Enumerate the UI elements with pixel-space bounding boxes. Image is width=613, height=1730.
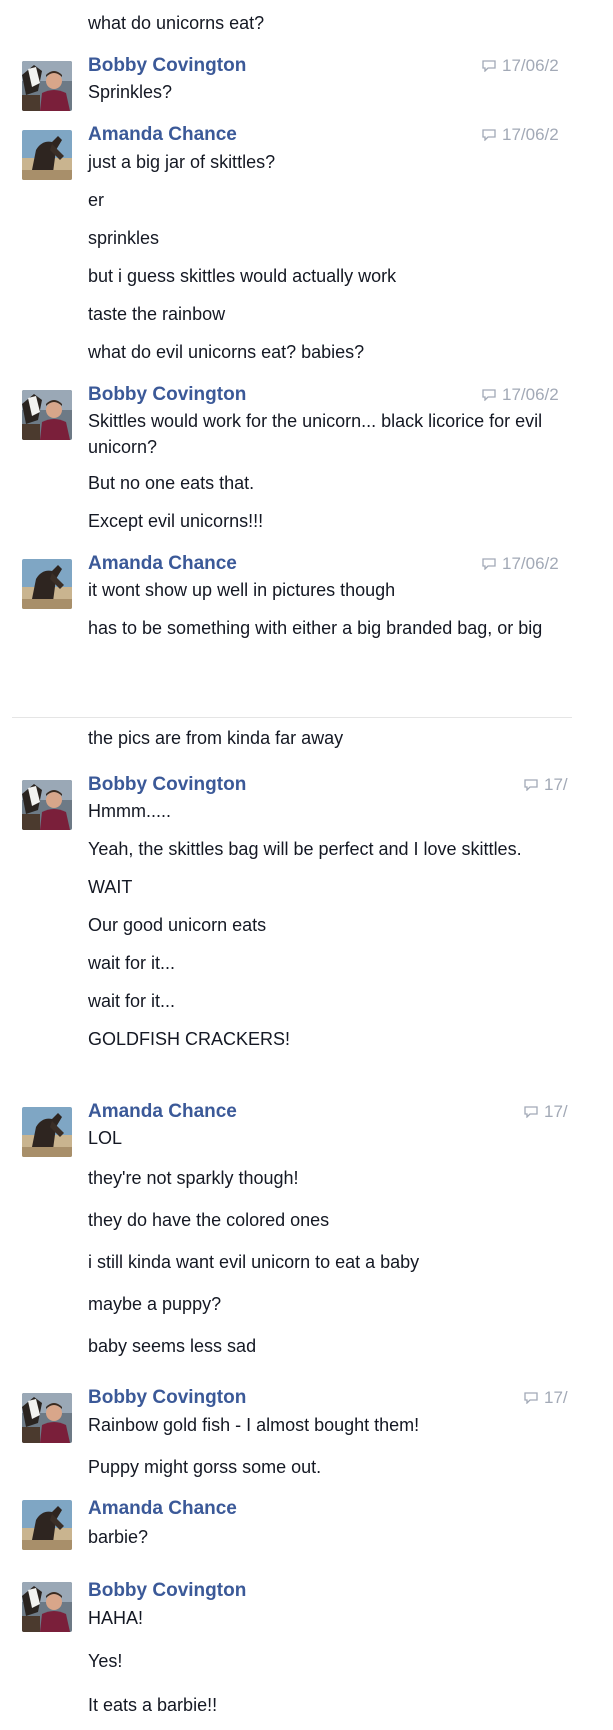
timestamp-text: 17/06/2 [502, 385, 559, 404]
message-text: Sprinkles? [88, 82, 173, 102]
timestamp-text: 17/ [544, 1388, 568, 1407]
sender-name[interactable]: Bobby Covington [88, 1580, 246, 1602]
timestamp: 17/06/2 [482, 124, 559, 146]
chat-bubble-icon [482, 389, 496, 401]
avatar-amanda-chance[interactable] [22, 1107, 72, 1157]
message-text: they're not sparkly though! [88, 1168, 299, 1188]
avatar-bobby-covington[interactable] [22, 1582, 72, 1632]
timestamp-text: 17/ [544, 775, 568, 794]
sender-name[interactable]: Amanda Chance [88, 1101, 237, 1123]
message-text: But no one eats that. [88, 473, 255, 493]
timestamp-text: 17/ [544, 1102, 568, 1121]
chat-bubble-icon [482, 60, 496, 72]
sender-name[interactable]: Amanda Chance [88, 1498, 237, 1520]
message-text: er [88, 190, 105, 210]
avatar-amanda-chance[interactable] [22, 559, 72, 609]
person-with-horse-avatar-icon [22, 780, 72, 830]
person-with-horse-avatar-icon [22, 1393, 72, 1443]
message-text: It eats a barbie!! [88, 1695, 218, 1715]
person-with-horse-avatar-icon [22, 390, 72, 440]
message-text: sprinkles [88, 228, 160, 248]
message-text: just a big jar of skittles? [88, 152, 276, 172]
divider [12, 717, 572, 718]
timestamp-text: 17/06/2 [502, 56, 559, 75]
timestamp: 17/ [524, 1387, 568, 1409]
avatar-amanda-chance[interactable] [22, 1500, 72, 1550]
timestamp: 17/06/2 [482, 553, 559, 575]
chat-bubble-icon [524, 1106, 538, 1118]
horse-on-beach-avatar-icon [22, 1500, 72, 1550]
person-with-horse-avatar-icon [22, 1582, 72, 1632]
horse-on-beach-avatar-icon [22, 130, 72, 180]
message-text: Hmmm..... [88, 801, 171, 821]
sender-name[interactable]: Amanda Chance [88, 124, 237, 146]
message-text: has to be something with either a big br… [88, 618, 543, 638]
message-text: GOLDFISH CRACKERS! [88, 1029, 291, 1049]
message-text: what do unicorns eat? [88, 13, 265, 33]
sender-name[interactable]: Bobby Covington [88, 1387, 246, 1409]
timestamp: 17/06/2 [482, 55, 559, 77]
avatar-amanda-chance[interactable] [22, 130, 72, 180]
message-text: Yes! [88, 1651, 123, 1671]
message-thread: what do unicorns eat? Bobby Covington 17… [0, 0, 613, 1730]
message-text: Our good unicorn eats [88, 915, 267, 935]
message-text: Puppy might gorss some out. [88, 1457, 322, 1477]
sender-name[interactable]: Bobby Covington [88, 384, 246, 406]
sender-name[interactable]: Amanda Chance [88, 553, 237, 575]
timestamp-text: 17/06/2 [502, 125, 559, 144]
message-text: taste the rainbow [88, 304, 226, 324]
message-text: Skittles would work for the unicorn... b… [88, 411, 543, 457]
person-with-horse-avatar-icon [22, 61, 72, 111]
message-text: wait for it... [88, 991, 176, 1011]
timestamp: 17/ [524, 1101, 568, 1123]
message-text: WAIT [88, 877, 133, 897]
message-text: maybe a puppy? [88, 1294, 222, 1314]
message-text: wait for it... [88, 953, 176, 973]
timestamp: 17/06/2 [482, 384, 559, 406]
sender-name[interactable]: Bobby Covington [88, 55, 246, 77]
message-text: but i guess skittles would actually work [88, 266, 397, 286]
chat-bubble-icon [482, 558, 496, 570]
message-text: Rainbow gold fish - I almost bought them… [88, 1415, 420, 1435]
message-text: i still kinda want evil unicorn to eat a… [88, 1252, 420, 1272]
chat-bubble-icon [524, 779, 538, 791]
sender-name[interactable]: Bobby Covington [88, 774, 246, 796]
avatar-bobby-covington[interactable] [22, 780, 72, 830]
horse-on-beach-avatar-icon [22, 559, 72, 609]
message-text: Yeah, the skittles bag will be perfect a… [88, 839, 522, 859]
message-text: baby seems less sad [88, 1336, 257, 1356]
timestamp: 17/ [524, 774, 568, 796]
message-text: Except evil unicorns!!! [88, 511, 264, 531]
message-text: HAHA! [88, 1608, 144, 1628]
message-text: what do evil unicorns eat? babies? [88, 342, 365, 362]
horse-on-beach-avatar-icon [22, 1107, 72, 1157]
message-text: LOL [88, 1128, 123, 1148]
timestamp-text: 17/06/2 [502, 554, 559, 573]
avatar-bobby-covington[interactable] [22, 390, 72, 440]
message-text: they do have the colored ones [88, 1210, 330, 1230]
chat-bubble-icon [482, 129, 496, 141]
avatar-bobby-covington[interactable] [22, 61, 72, 111]
message-text: the pics are from kinda far away [88, 728, 344, 748]
avatar-bobby-covington[interactable] [22, 1393, 72, 1443]
message-text: barbie? [88, 1527, 149, 1547]
chat-bubble-icon [524, 1392, 538, 1404]
message-text: it wont show up well in pictures though [88, 580, 396, 600]
